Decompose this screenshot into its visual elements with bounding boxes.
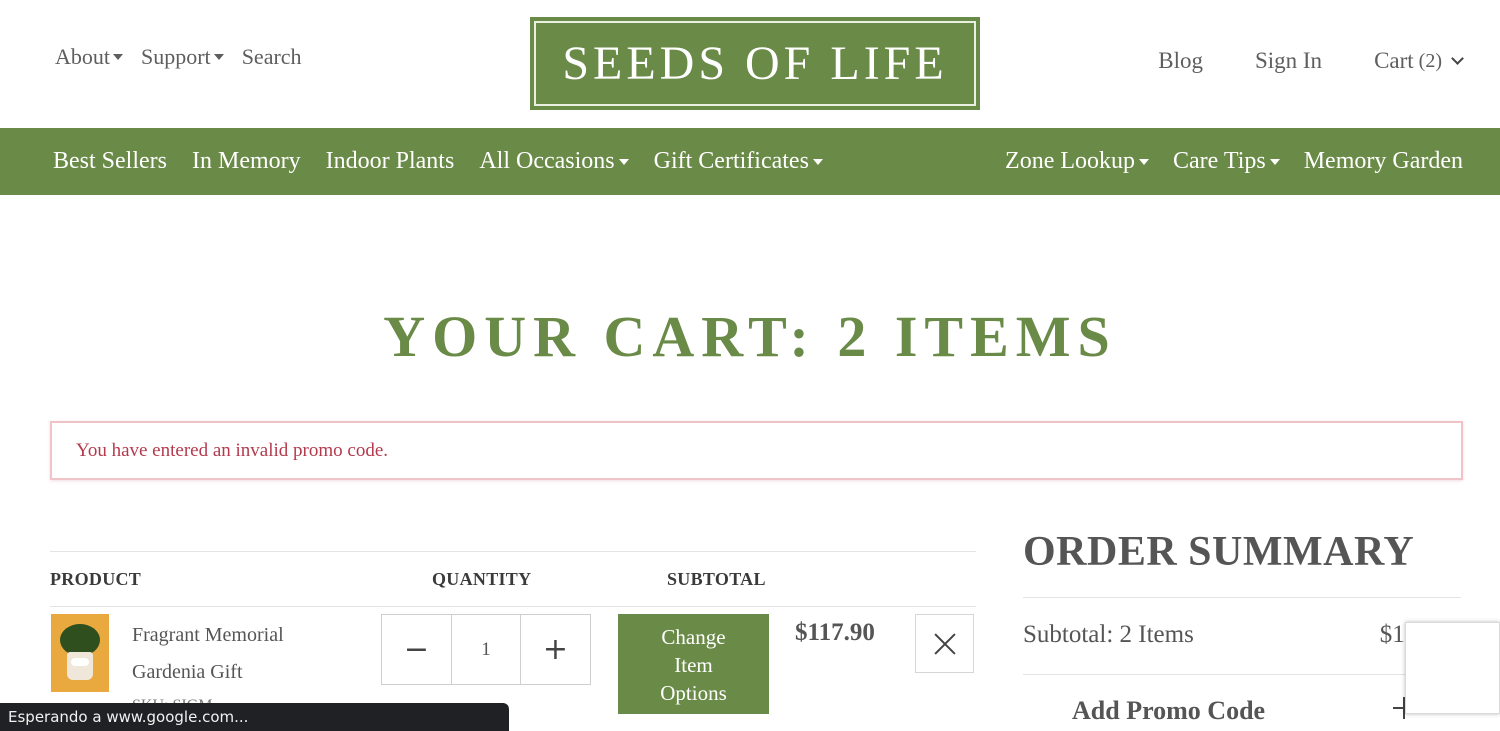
caret-down-icon — [113, 54, 123, 60]
nav-cart[interactable]: Cart (2) — [1374, 48, 1464, 74]
summary-subtotal-label: Subtotal: 2 Items — [1023, 621, 1194, 648]
logo-frame: SEEDS OF LIFE — [534, 21, 976, 106]
nav-indoor-plants-label: Indoor Plants — [325, 148, 455, 174]
nav-zone-lookup[interactable]: Zone Lookup — [1005, 148, 1150, 175]
page-title: YOUR CART: 2 ITEMS — [383, 304, 1117, 369]
site-logo[interactable]: SEEDS OF LIFE — [530, 17, 980, 110]
decrease-quantity-button[interactable]: − — [382, 615, 452, 684]
header-quantity: QUANTITY — [432, 569, 532, 589]
main-nav-left: Best Sellers In Memory Indoor Plants All… — [53, 128, 823, 195]
summary-subtotal-row: Subtotal: 2 Items $189.90 — [1023, 598, 1461, 675]
nav-in-memory[interactable]: In Memory — [192, 148, 301, 175]
quantity-stepper: − 1 + — [381, 614, 591, 685]
header-product: PRODUCT — [50, 569, 142, 589]
item-subtotal: $117.90 — [795, 619, 875, 646]
quantity-input[interactable]: 1 — [452, 615, 520, 684]
caret-down-icon — [213, 54, 224, 60]
product-name-line-1: Fragrant Memorial — [132, 624, 284, 646]
order-summary-title: ORDER SUMMARY — [1023, 528, 1461, 598]
promo-error-alert: You have entered an invalid promo code. — [50, 421, 1463, 480]
promo-code-label: Add Promo Code — [1072, 696, 1266, 725]
nav-gift-certificates[interactable]: Gift Certificates — [654, 148, 823, 175]
product-name[interactable]: Fragrant Memorial Gardenia Gift — [132, 617, 352, 691]
browser-status-bar: Esperando a www.google.com... — [0, 703, 509, 731]
alert-message: You have entered an invalid promo code. — [76, 439, 389, 461]
nav-all-occasions[interactable]: All Occasions — [479, 148, 629, 175]
cart-count: (2) — [1418, 49, 1442, 72]
nav-care-tips[interactable]: Care Tips — [1173, 148, 1280, 175]
logo-text: SEEDS OF LIFE — [562, 37, 948, 90]
nav-zone-lookup-label: Zone Lookup — [1005, 148, 1136, 174]
caret-down-icon — [812, 158, 823, 165]
table-header: PRODUCT QUANTITY SUBTOTAL — [50, 551, 976, 607]
cart-label: Cart — [1374, 48, 1414, 73]
remove-item-button[interactable] — [915, 614, 974, 673]
nav-care-tips-label: Care Tips — [1173, 148, 1266, 174]
nav-indoor-plants[interactable]: Indoor Plants — [326, 148, 455, 175]
caret-down-icon — [1139, 158, 1150, 165]
top-right-nav: Blog Sign In Cart (2) — [1158, 48, 1464, 74]
main-nav: Best Sellers In Memory Indoor Plants All… — [0, 128, 1500, 195]
nav-about[interactable]: About — [55, 44, 123, 70]
thumbnail-pot — [67, 652, 93, 680]
top-left-nav: About Support Search — [55, 44, 302, 70]
nav-search-label: Search — [241, 44, 302, 69]
nav-memory-garden[interactable]: Memory Garden — [1304, 148, 1463, 175]
add-promo-code-toggle[interactable]: Add Promo Code — [1023, 675, 1461, 731]
nav-support-label: Support — [141, 44, 211, 69]
caret-down-icon — [1269, 158, 1280, 165]
product-thumbnail[interactable] — [51, 614, 109, 692]
nav-all-occasions-label: All Occasions — [479, 148, 615, 174]
header-subtotal: SUBTOTAL — [667, 569, 766, 589]
nav-sign-in[interactable]: Sign In — [1255, 48, 1322, 74]
nav-best-sellers-label: Best Sellers — [53, 148, 167, 174]
order-summary: ORDER SUMMARY Subtotal: 2 Items $189.90 … — [1023, 528, 1461, 731]
nav-search[interactable]: Search — [242, 44, 302, 70]
nav-about-label: About — [55, 44, 110, 69]
product-name-line-2: Gardenia Gift — [132, 661, 243, 683]
close-icon — [934, 633, 956, 655]
caret-down-icon — [618, 158, 629, 165]
recaptcha-badge[interactable] — [1405, 622, 1500, 714]
nav-blog[interactable]: Blog — [1158, 48, 1203, 74]
main-nav-right: Zone Lookup Care Tips Memory Garden — [1005, 128, 1463, 195]
change-label-line-1: Change — [661, 625, 726, 649]
change-label-line-3: Options — [660, 681, 727, 705]
chevron-down-icon — [1451, 51, 1464, 65]
nav-support[interactable]: Support — [141, 44, 224, 70]
nav-gift-certificates-label: Gift Certificates — [653, 148, 809, 174]
increase-quantity-button[interactable]: + — [520, 615, 590, 684]
nav-in-memory-label: In Memory — [192, 148, 301, 174]
nav-memory-garden-label: Memory Garden — [1303, 148, 1463, 174]
nav-best-sellers[interactable]: Best Sellers — [53, 148, 167, 175]
thumbnail-bow — [71, 658, 89, 666]
change-item-options-button[interactable]: Change Item Options — [618, 614, 769, 714]
change-label-line-2: Item — [674, 653, 713, 677]
